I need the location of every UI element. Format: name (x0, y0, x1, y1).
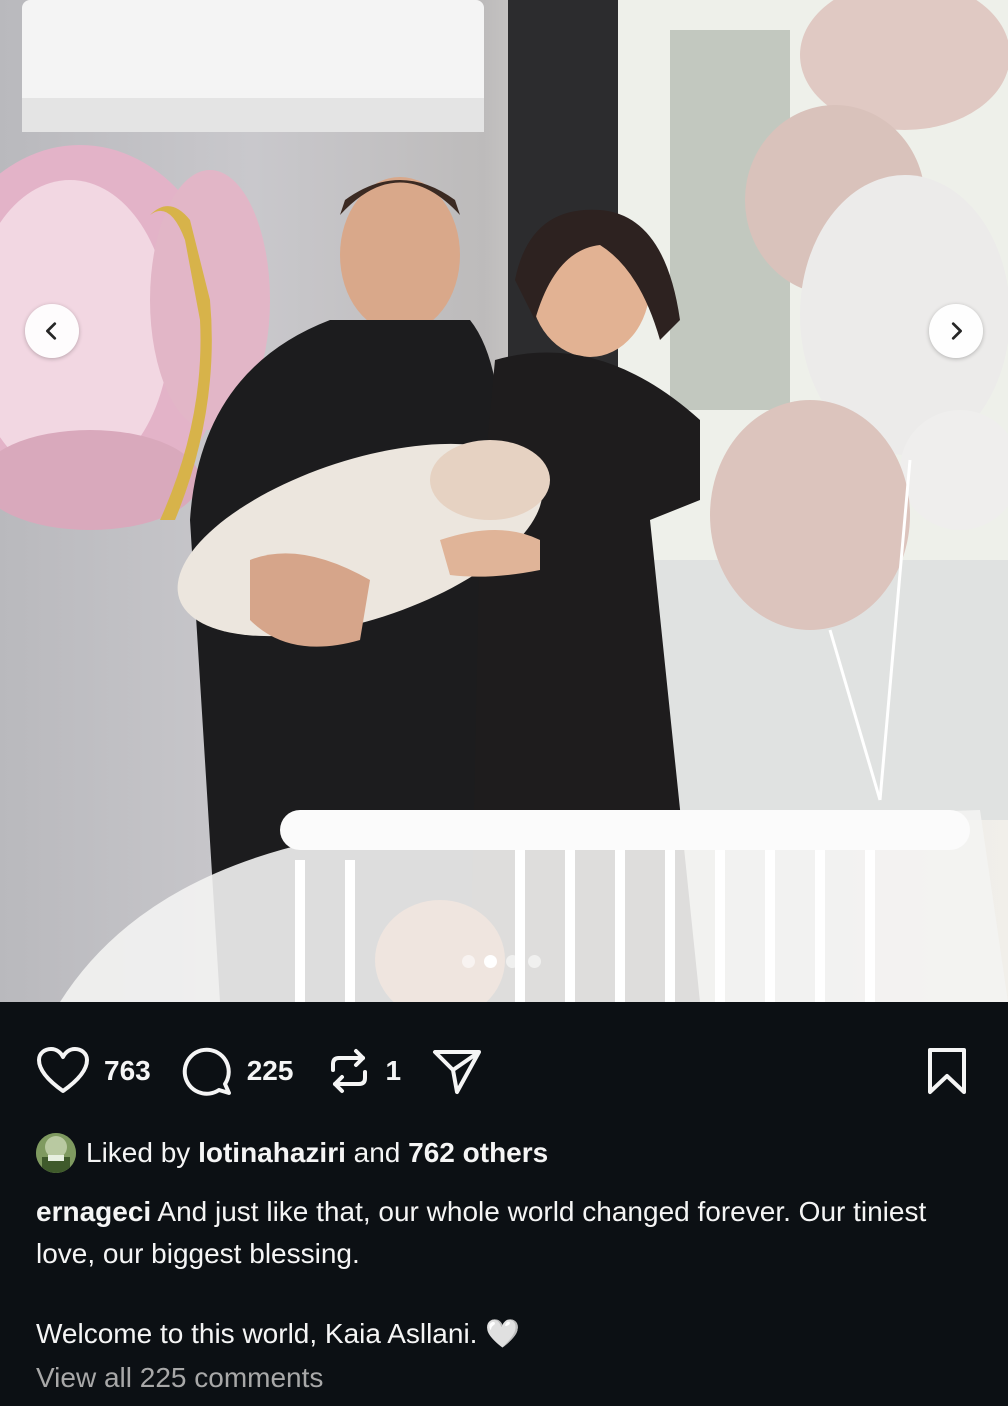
avatar-image (36, 1133, 76, 1173)
like-count[interactable]: 763 (104, 1055, 151, 1087)
repost-icon (331, 1049, 368, 1093)
carousel-dot (462, 955, 475, 968)
repost-count[interactable]: 1 (385, 1055, 401, 1087)
heart-icon (37, 1047, 89, 1093)
share-icon (433, 1050, 482, 1094)
caption-second-paragraph: Welcome to this world, Kaia Asllani. 🤍 (36, 1318, 521, 1349)
carousel-dot-active (484, 955, 497, 968)
comment-icon (182, 1047, 231, 1096)
liked-by-middle: and (345, 1137, 409, 1168)
chevron-left-icon (46, 322, 57, 340)
carousel-dot (528, 955, 541, 968)
comment-count[interactable]: 225 (247, 1055, 294, 1087)
view-all-comments-link[interactable]: View all 225 comments (36, 1362, 323, 1394)
avatar[interactable] (36, 1133, 76, 1173)
post-action-bar: 763 225 1 (36, 1044, 968, 1098)
caption-text: And just like that, our whole world chan… (36, 1196, 927, 1269)
save-button[interactable] (926, 1046, 968, 1096)
like-button[interactable]: 763 (36, 1046, 151, 1096)
carousel-next-button[interactable] (929, 304, 983, 358)
carousel-dot (506, 955, 519, 968)
repost-button[interactable]: 1 (327, 1046, 401, 1096)
comment-button[interactable]: 225 (181, 1045, 294, 1097)
share-button[interactable] (431, 1046, 483, 1096)
bookmark-icon (928, 1048, 966, 1094)
post-caption: ernageci And just like that, our whole w… (36, 1191, 966, 1355)
liked-by-others[interactable]: 762 others (408, 1137, 548, 1169)
carousel-indicator (462, 955, 541, 968)
post-photo[interactable] (0, 0, 1008, 1002)
chevron-right-icon (951, 322, 962, 340)
liked-by-row[interactable]: Liked by lotinahaziri and 762 others (36, 1133, 548, 1173)
liked-by-prefix: Liked by (86, 1137, 199, 1168)
caption-username[interactable]: ernageci (36, 1196, 151, 1227)
liked-by-user[interactable]: lotinahaziri (198, 1137, 346, 1169)
photo-scene (0, 0, 1008, 1002)
carousel-prev-button[interactable] (25, 304, 79, 358)
